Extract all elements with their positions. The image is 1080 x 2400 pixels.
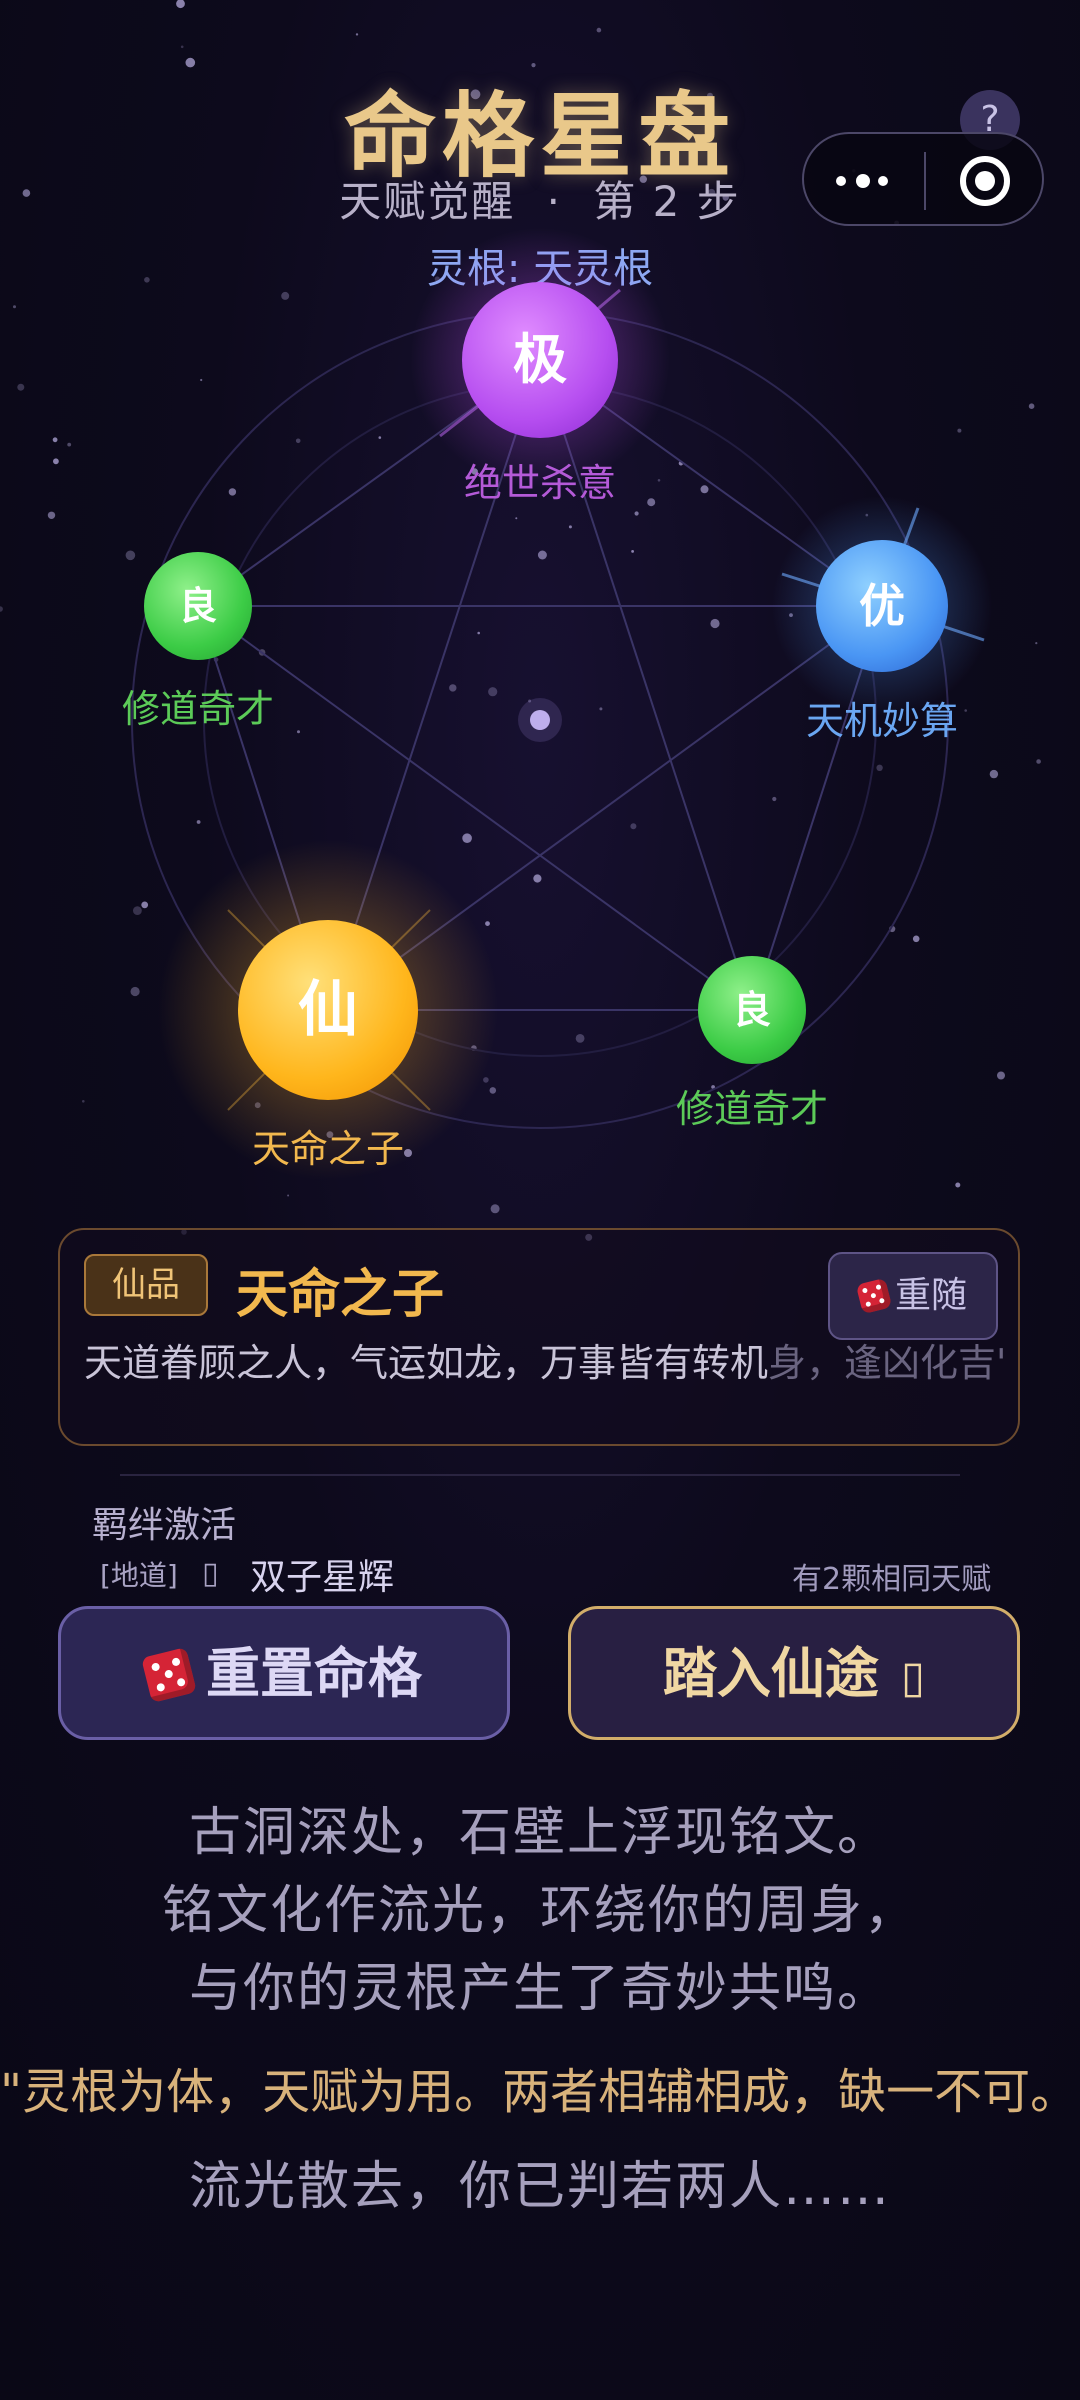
story-quote: "灵根为体，天赋为用。两者相辅相成，缺一不可。" [0,2064,1080,2120]
story-line-3: 与你的灵根产生了奇妙共鸣。 [188,1959,891,2019]
node-name-left: 修道奇才 [121,687,274,731]
talent-description-fading: 身，逢凶化吉" [768,1341,1004,1385]
bond-note: 有2颗相同天赋 [792,1562,992,1597]
dice-icon [141,1647,197,1703]
talent-description: 天道眷顾之人，气运如龙，万事皆有转机身，逢凶化吉" [84,1332,1004,1387]
bond-section-title: 羁绊激活 [92,1505,237,1546]
star-node-right[interactable]: 优 [816,540,948,672]
talent-description-text: 天道眷顾之人，气运如龙，万事皆有转机 [84,1341,769,1385]
enter-arrow-icon: ▯ [900,1652,926,1703]
reroll-label: 重随 [894,1275,967,1316]
node-name-bottom-right: 修道奇才 [675,1087,828,1131]
star-node-bottom-right[interactable]: 良 [698,956,806,1064]
node-name-right: 天机妙算 [805,699,958,743]
star-node-top[interactable]: 极 [462,282,618,438]
talent-title: 天命之子 [236,1265,445,1325]
bond-name: 双子星辉 [250,1557,395,1598]
reset-label: 重置命格 [206,1642,422,1705]
node-grade: 极 [513,328,567,391]
node-grade: 良 [178,584,217,628]
rarity-badge: 仙品 [84,1254,208,1316]
reset-fate-button[interactable]: 重置命格 [58,1606,510,1740]
enter-path-button[interactable]: 踏入仙途 ▯ [568,1606,1020,1740]
bond-tag: [地道] [100,1559,178,1592]
story-line-4: 流光散去，你已判若两人…… [188,2157,891,2217]
star-dot [490,1204,500,1214]
node-name-bottom-left: 天命之子 [251,1127,404,1171]
talent-card: 仙品 天命之子 重随 天道眷顾之人，气运如龙，万事皆有转机身，逢凶化吉" [58,1228,1020,1446]
node-grade: 仙 [298,975,358,1045]
divider [120,1474,960,1476]
star-node-left[interactable]: 良 [144,552,252,660]
enter-label: 踏入仙途 [662,1642,879,1705]
bond-icon: ▯ [202,1556,219,1591]
dice-icon [855,1277,893,1315]
story-line-1: 古洞深处，石壁上浮现铭文。 [188,1803,891,1863]
star-node-bottom-left[interactable]: 仙 [238,920,418,1100]
app-screen: 命格星盘 天赋觉醒 · 第 2 步 ? 灵根: 天灵根 [0,0,1080,2400]
story-line-2: 铭文化作流光，环绕你的周身， [161,1881,918,1941]
node-name-top: 绝世杀意 [463,461,616,505]
reroll-button[interactable]: 重随 [828,1252,998,1340]
node-grade: 优 [859,579,905,633]
node-grade: 良 [732,988,771,1032]
